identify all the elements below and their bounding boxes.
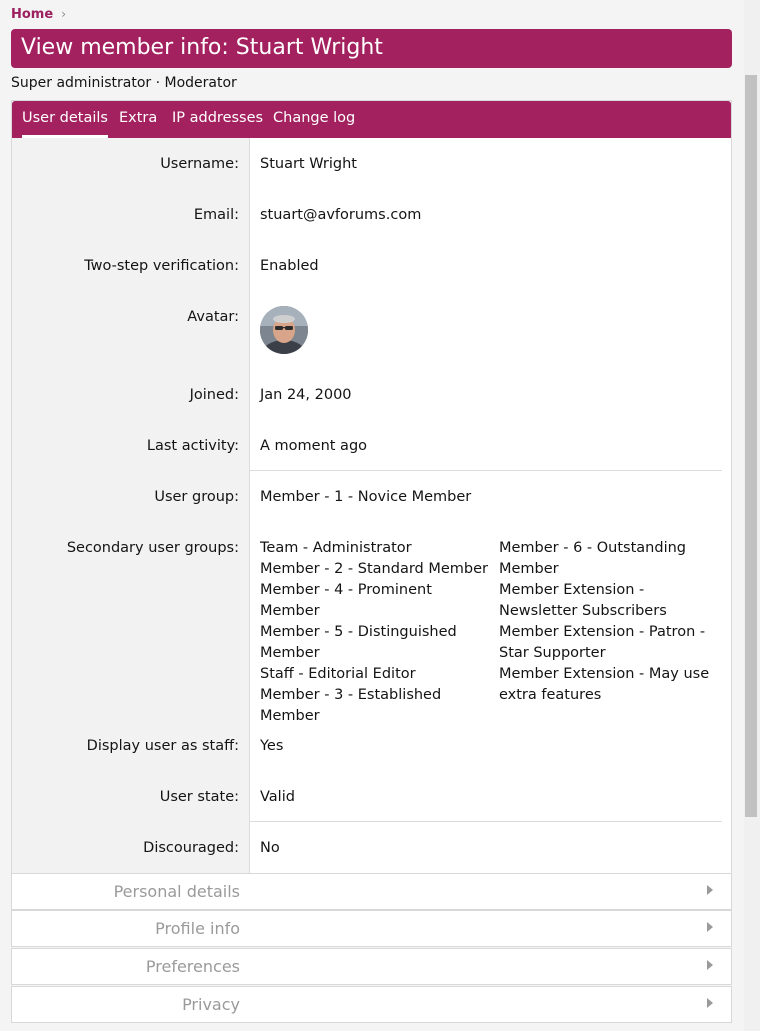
section-profile-info-label: Profile info (155, 919, 240, 938)
username-value: Stuart Wright (260, 156, 357, 172)
breadcrumb: Home › (11, 5, 66, 23)
secondary-group-item: Member - 5 - Distinguished Member (260, 624, 457, 661)
page-title: View member info: Stuart Wright (11, 29, 732, 68)
section-privacy-label: Privacy (182, 995, 240, 1014)
section-preferences[interactable]: Preferences (11, 948, 732, 985)
username-label: Username: (160, 156, 239, 172)
chevron-right-icon: › (61, 7, 66, 21)
tab-user-details[interactable]: User details (22, 101, 108, 138)
user-state-label: User state: (159, 789, 239, 805)
section-divider (249, 821, 722, 822)
avatar-image (260, 306, 308, 354)
two-step-label: Two-step verification: (84, 258, 239, 274)
secondary-group-item: Staff - Editorial Editor (260, 666, 416, 682)
display-staff-value: Yes (260, 738, 284, 754)
user-state-value: Valid (260, 789, 295, 805)
chevron-right-icon (707, 998, 713, 1008)
section-preferences-label: Preferences (145, 957, 240, 976)
avatar-label: Avatar: (187, 309, 239, 325)
secondary-group-item: Member Extension - May use extra feature… (499, 666, 710, 703)
discouraged-value: No (260, 840, 280, 856)
chevron-right-icon (707, 960, 713, 970)
section-personal-details[interactable]: Personal details (11, 873, 732, 910)
tab-ip-addresses[interactable]: IP addresses (172, 101, 263, 138)
tab-bar: User details Extra IP addresses Change l… (12, 101, 731, 138)
secondary-group-item: Team - Administrator (260, 540, 412, 556)
secondary-group-item: Member Extension - Newsletter Subscriber… (499, 582, 667, 619)
last-activity-value: A moment ago (260, 438, 368, 454)
tab-extra[interactable]: Extra (119, 101, 157, 138)
secondary-groups-column-2: Member - 6 - Outstanding Member Member E… (499, 538, 727, 706)
user-group-label: User group: (154, 489, 239, 505)
email-label: Email: (193, 207, 239, 223)
joined-label: Joined: (189, 387, 239, 403)
secondary-group-item: Member - 3 - Established Member (260, 687, 442, 724)
email-value: stuart@avforums.com (260, 207, 422, 223)
tab-change-log[interactable]: Change log (273, 101, 355, 138)
section-profile-info[interactable]: Profile info (11, 910, 732, 947)
chevron-right-icon (707, 922, 713, 932)
user-group-value: Member - 1 - Novice Member (260, 489, 472, 505)
secondary-group-item: Member Extension - Patron - Star Support… (499, 624, 706, 661)
page-subtitle: Super administrator · Moderator (11, 75, 237, 91)
secondary-groups-label: Secondary user groups: (66, 540, 239, 556)
last-activity-label: Last activity: (146, 438, 239, 454)
joined-value: Jan 24, 2000 (260, 387, 352, 403)
discouraged-label: Discouraged: (143, 840, 239, 856)
scrollbar-thumb[interactable] (745, 75, 757, 817)
secondary-group-item: Member - 2 - Standard Member (260, 561, 488, 577)
section-personal-details-label: Personal details (113, 882, 240, 901)
section-divider (249, 470, 722, 471)
secondary-groups-column-1: Team - Administrator Member - 2 - Standa… (260, 538, 492, 727)
section-privacy[interactable]: Privacy (11, 986, 732, 1023)
two-step-value: Enabled (260, 258, 319, 274)
chevron-right-icon (707, 885, 713, 895)
secondary-group-item: Member - 4 - Prominent Member (260, 582, 432, 619)
secondary-group-item: Member - 6 - Outstanding Member (499, 540, 686, 577)
avatar[interactable] (260, 306, 308, 354)
display-staff-label: Display user as staff: (86, 738, 239, 754)
member-info-panel: User details Extra IP addresses Change l… (11, 100, 732, 874)
breadcrumb-home-link[interactable]: Home (11, 7, 53, 22)
